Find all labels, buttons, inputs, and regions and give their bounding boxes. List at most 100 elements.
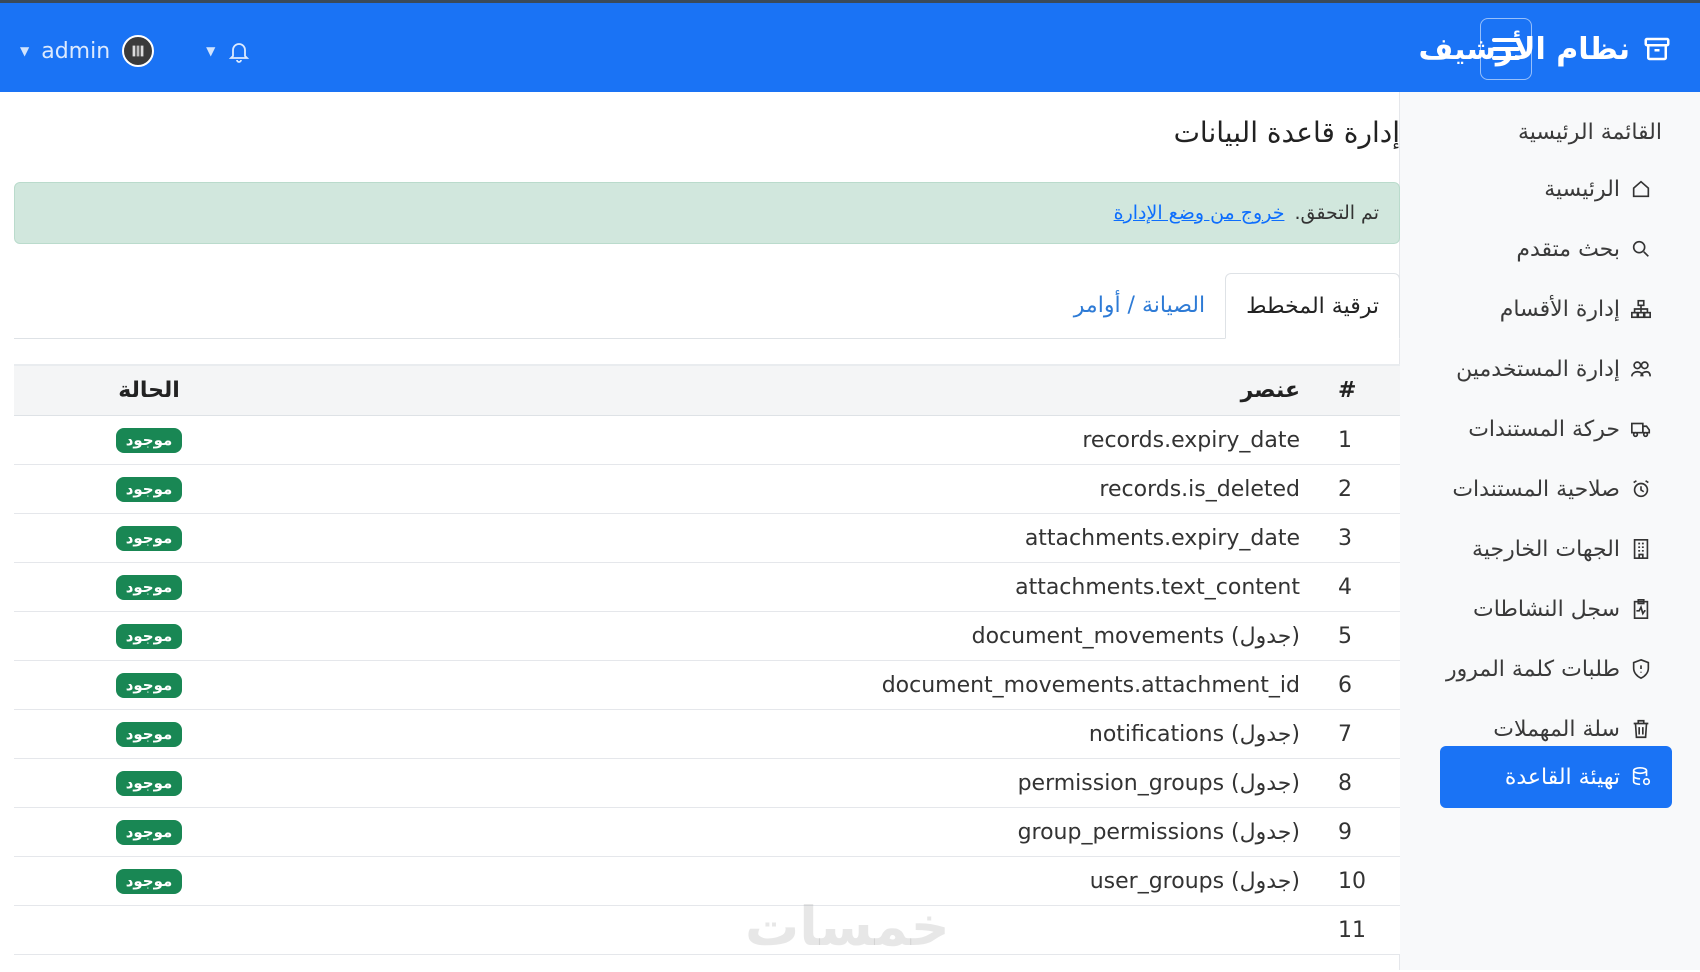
truck-icon — [1631, 422, 1651, 438]
building-icon — [1633, 539, 1649, 559]
success-alert: تم التحقق. خروج من وضع الإدارة — [14, 182, 1400, 244]
row-item: records.is_deleted — [1099, 476, 1300, 502]
sitemap-icon — [1631, 299, 1651, 319]
exit-admin-mode-link[interactable]: خروج من وضع الإدارة — [1114, 202, 1285, 224]
shield-icon — [1632, 658, 1650, 680]
top-navbar: نظام الأرشيف ▼ admin ▼ — [0, 0, 1700, 92]
notifications-caret-icon[interactable]: ▼ — [206, 44, 215, 58]
row-num: 1 — [1338, 427, 1352, 453]
sidebar-item-label: سجل النشاطات — [1473, 596, 1620, 622]
row-item: document_movements.attachment_id — [881, 672, 1300, 698]
table-row: 7 notifications (جدول) موجود — [14, 710, 1400, 759]
sidebar: القائمة الرئيسية الرئيسية بحث متقدم إدار… — [1399, 92, 1700, 970]
sidebar-item-label: إدارة الأقسام — [1499, 296, 1620, 322]
search-icon — [1632, 240, 1649, 257]
row-item: records.expiry_date — [1082, 427, 1300, 453]
sidebar-item-database-setup[interactable]: تهيئة القاعدة — [1440, 746, 1672, 808]
status-badge: موجود — [115, 574, 183, 600]
sidebar-item-password-requests[interactable]: طلبات كلمة المرور — [1440, 638, 1672, 700]
row-status — [99, 906, 199, 954]
row-item — [400, 906, 1300, 954]
sidebar-item-label: الجهات الخارجية — [1472, 536, 1620, 562]
tab-maintenance-commands[interactable]: الصيانة / أوامر — [1054, 272, 1225, 338]
row-item: document_movements (جدول) — [971, 623, 1300, 649]
sidebar-item-label: صلاحية المستندات — [1452, 476, 1620, 502]
sidebar-item-users[interactable]: إدارة المستخدمين — [1440, 338, 1672, 400]
row-item: permission_groups (جدول) — [1017, 770, 1300, 796]
row-status: موجود — [99, 514, 199, 562]
sidebar-item-advanced-search[interactable]: بحث متقدم — [1440, 218, 1672, 280]
sidebar-item-label: الرئيسية — [1544, 176, 1620, 202]
tabs: ترقية المخطط الصيانة / أوامر — [14, 272, 1400, 339]
table-row: 2 records.is_deleted موجود — [14, 465, 1400, 514]
row-status: موجود — [99, 857, 199, 905]
users-icon — [1631, 361, 1651, 377]
sidebar-item-activity-log[interactable]: سجل النشاطات — [1440, 578, 1672, 640]
user-area: ▼ admin ▼ — [20, 31, 251, 71]
row-item: user_groups (جدول) — [1089, 868, 1300, 894]
table-row: 5 document_movements (جدول) موجود — [14, 612, 1400, 661]
table-row: 9 group_permissions (جدول) موجود — [14, 808, 1400, 857]
row-status: موجود — [99, 661, 199, 709]
status-badge: موجود — [115, 721, 183, 747]
sidebar-item-departments[interactable]: إدارة الأقسام — [1440, 278, 1672, 340]
row-status: موجود — [99, 465, 199, 513]
table-row: 4 attachments.text_content موجود — [14, 563, 1400, 612]
header-num: # — [1338, 378, 1357, 403]
database-gear-icon — [1632, 767, 1651, 786]
sidebar-item-home[interactable]: الرئيسية — [1440, 158, 1672, 220]
schema-table: # عنصر الحالة 1 records.expiry_date موجود 2… — [14, 364, 1400, 972]
row-num: 3 — [1338, 525, 1352, 551]
table-header: # عنصر الحالة — [14, 366, 1400, 416]
bell-icon[interactable] — [227, 38, 251, 64]
archive-icon — [1642, 34, 1672, 64]
row-status: موجود — [99, 759, 199, 807]
row-item: group_permissions (جدول) — [1017, 819, 1300, 845]
row-num: 6 — [1338, 672, 1352, 698]
page-title-text: إدارة قاعدة البيانات — [1173, 116, 1400, 149]
row-item: attachments.expiry_date — [1024, 525, 1300, 551]
sidebar-item-label: سلة المهملات — [1493, 716, 1620, 742]
user-menu-caret-icon[interactable]: ▼ — [20, 44, 29, 58]
status-badge: موجود — [115, 770, 183, 796]
app-window: نظام الأرشيف ▼ admin ▼ القائمة الرئيسية … — [0, 0, 1700, 970]
status-badge: موجود — [115, 819, 183, 845]
row-status: موجود — [99, 808, 199, 856]
sidebar-item-label: إدارة المستخدمين — [1456, 356, 1620, 382]
sidebar-item-external-entities[interactable]: الجهات الخارجية — [1440, 518, 1672, 580]
hamburger-icon — [1492, 33, 1520, 65]
sidebar-item-label: طلبات كلمة المرور — [1445, 656, 1620, 682]
clipboard-pulse-icon — [1633, 599, 1649, 619]
row-status: موجود — [99, 612, 199, 660]
row-num: 11 — [1338, 917, 1366, 943]
table-row: 8 permission_groups (جدول) موجود — [14, 759, 1400, 808]
sidebar-heading: القائمة الرئيسية — [1517, 120, 1662, 145]
row-num: 8 — [1338, 770, 1352, 796]
sidebar-toggle-button[interactable] — [1480, 18, 1532, 80]
status-badge: موجود — [115, 427, 183, 453]
table-row: 3 attachments.expiry_date موجود — [14, 514, 1400, 563]
user-name[interactable]: admin — [41, 39, 110, 64]
header-item: عنصر — [1240, 378, 1300, 403]
row-num: 9 — [1338, 819, 1352, 845]
sidebar-item-document-movement[interactable]: حركة المستندات — [1440, 398, 1672, 460]
table-row: 6 document_movements.attachment_id موجود — [14, 661, 1400, 710]
avatar[interactable] — [122, 35, 155, 67]
status-badge: موجود — [115, 525, 183, 551]
row-num: 7 — [1338, 721, 1352, 747]
row-num: 10 — [1338, 868, 1366, 894]
row-status: موجود — [99, 710, 199, 758]
table-row: 1 records.expiry_date موجود — [14, 416, 1400, 465]
brand[interactable]: نظام الأرشيف — [1418, 25, 1672, 73]
trash-icon — [1633, 719, 1649, 739]
row-status: موجود — [99, 416, 199, 464]
sidebar-item-document-expiry[interactable]: صلاحية المستندات — [1440, 458, 1672, 520]
main-content: إدارة قاعدة البيانات تم التحقق. خروج من … — [0, 92, 1400, 970]
tab-schema-upgrade[interactable]: ترقية المخطط — [1225, 273, 1400, 339]
status-badge: موجود — [115, 476, 183, 502]
home-icon — [1632, 180, 1650, 198]
row-status: موجود — [99, 563, 199, 611]
row-num: 2 — [1338, 476, 1352, 502]
table-row: 10 user_groups (جدول) موجود — [14, 857, 1400, 906]
alert-text: تم التحقق. — [1294, 202, 1379, 224]
